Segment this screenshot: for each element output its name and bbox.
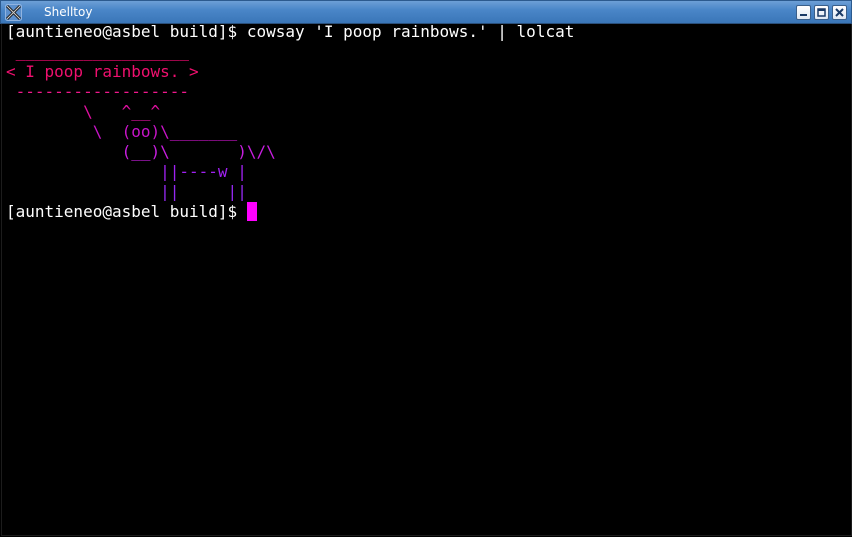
output-line: __________________ <box>6 42 190 61</box>
minimize-icon <box>800 14 807 16</box>
command-text: cowsay 'I poop rainbows.' | lolcat <box>246 22 575 41</box>
window-title: Shelltoy <box>44 5 93 19</box>
title-bar[interactable]: Shelltoy <box>0 0 852 24</box>
output-line: ------------------ <box>6 82 190 101</box>
output-line: (__)\ )\/\ <box>6 142 276 161</box>
maximize-icon <box>817 8 826 17</box>
x-logo-icon[interactable] <box>5 4 22 21</box>
shell-prompt: [auntieneo@asbel build]$ <box>6 202 247 221</box>
maximize-button[interactable] <box>814 5 829 20</box>
minimize-button[interactable] <box>796 5 811 20</box>
terminal-window: Shelltoy [auntieneo@asbel build]$ cowsay… <box>0 0 852 537</box>
output-line: || || <box>6 182 247 201</box>
text-cursor <box>246 202 257 221</box>
close-button[interactable] <box>832 5 847 20</box>
output-line: \ ^__^ <box>6 102 161 121</box>
output-line: \ (oo)\_______ <box>6 122 238 141</box>
close-icon <box>835 8 844 17</box>
terminal-area[interactable]: [auntieneo@asbel build]$ cowsay 'I poop … <box>1 22 852 536</box>
output-line: < I poop rainbows. > <box>6 62 199 81</box>
output-line: ||----w | <box>6 162 247 181</box>
command-line: [auntieneo@asbel build]$ cowsay 'I poop … <box>6 22 574 42</box>
prompt-line: [auntieneo@asbel build]$ <box>6 202 257 222</box>
shell-prompt: [auntieneo@asbel build]$ <box>6 22 247 41</box>
